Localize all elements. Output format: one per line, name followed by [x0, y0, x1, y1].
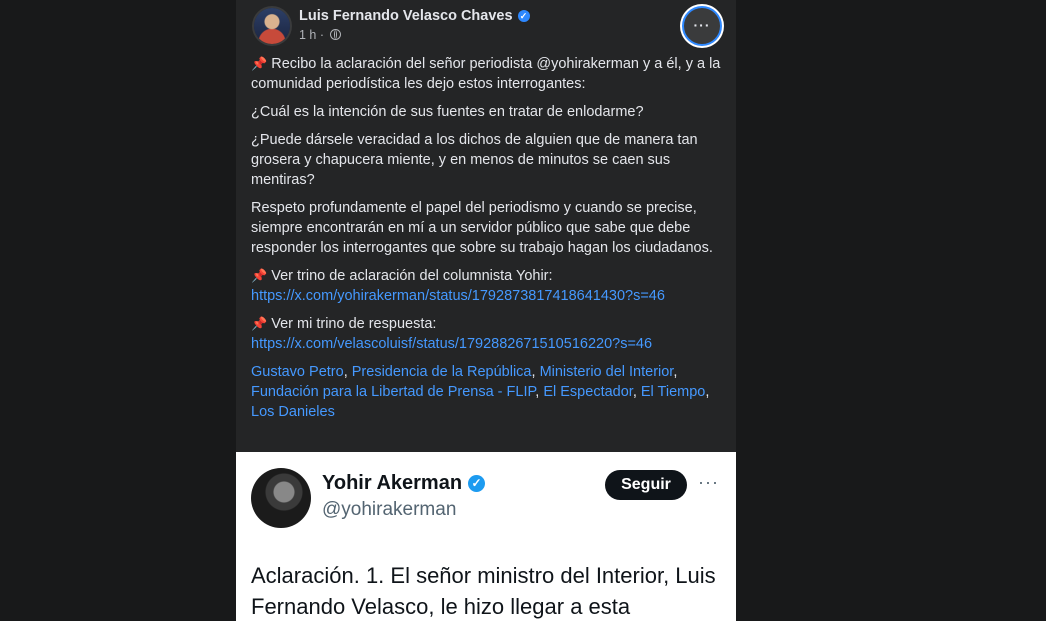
- tweet-author-name: Yohir Akerman ✓: [322, 472, 486, 495]
- paragraph-text: Recibo la aclaración del señor periodist…: [251, 56, 721, 92]
- link-block-1: 📌 Ver trino de aclaración del columnista…: [251, 266, 723, 306]
- post-paragraph: 📌 Recibo la aclaración del señor periodi…: [251, 54, 723, 94]
- facebook-post: Luis Fernando Velasco Chaves ✓ 1 h · ··· …: [236, 0, 736, 452]
- more-options-button[interactable]: ···: [682, 6, 722, 46]
- tag-link[interactable]: Ministerio del Interior: [540, 364, 674, 380]
- tweet-author-name-text: Yohir Akerman: [322, 472, 463, 494]
- post-header: Luis Fernando Velasco Chaves ✓ 1 h · ···: [254, 6, 722, 46]
- link1-label: Ver trino de aclaración del columnista Y…: [271, 268, 553, 284]
- tag-link[interactable]: El Tiempo: [641, 384, 705, 400]
- post-time[interactable]: 1 h ·: [299, 28, 324, 42]
- tweet-author-avatar: [251, 468, 311, 528]
- tweet-handle: @yohirakerman: [322, 499, 457, 520]
- pushpin-icon: 📌: [251, 316, 268, 331]
- embedded-tweet-image: Yohir Akerman ✓ @yohirakerman Seguir ··· …: [236, 452, 736, 621]
- tag-separator: ,: [705, 384, 710, 400]
- link1-url[interactable]: https://x.com/yohirakerman/status/179287…: [251, 288, 665, 304]
- tag-link[interactable]: Gustavo Petro: [251, 364, 344, 380]
- link-block-2: 📌 Ver mi trino de respuesta: https://x.co…: [251, 314, 723, 354]
- tags-block: Gustavo Petro, Presidencia de la Repúbli…: [251, 362, 723, 422]
- follow-button: Seguir: [605, 470, 687, 500]
- tag-separator: ,: [673, 364, 678, 380]
- tag-separator: ,: [632, 384, 641, 400]
- link2-label: Ver mi trino de respuesta:: [271, 316, 437, 332]
- tag-link[interactable]: Los Danieles: [251, 404, 335, 420]
- pushpin-icon: 📌: [251, 268, 268, 283]
- author-avatar[interactable]: [254, 8, 290, 44]
- verified-badge-icon: ✓: [517, 10, 530, 22]
- verified-badge-icon: ✓: [468, 475, 486, 492]
- post-body: 📌 Recibo la aclaración del señor periodi…: [251, 54, 723, 430]
- tag-link[interactable]: Fundación para la Libertad de Prensa - F…: [251, 384, 535, 400]
- post-paragraph: Respeto profundamente el papel del perio…: [251, 200, 713, 256]
- tag-link[interactable]: Presidencia de la República: [352, 364, 532, 380]
- link2-url[interactable]: https://x.com/velascoluisf/status/179288…: [251, 336, 652, 352]
- tag-separator: ,: [343, 364, 352, 380]
- tag-link[interactable]: El Espectador: [543, 384, 632, 400]
- post-paragraph: ¿Puede dársele veracidad a los dichos de…: [251, 132, 698, 188]
- pushpin-icon: 📌: [251, 56, 268, 71]
- post-meta: 1 h ·: [299, 28, 341, 42]
- post-paragraph: ¿Cuál es la intención de sus fuentes en …: [251, 104, 644, 120]
- tweet-text: Aclaración. 1. El señor ministro del Int…: [251, 563, 716, 619]
- author-name-text[interactable]: Luis Fernando Velasco Chaves: [299, 8, 513, 24]
- author-name[interactable]: Luis Fernando Velasco Chaves ✓: [299, 8, 530, 24]
- globe-icon: [329, 29, 341, 40]
- tweet-more-icon: ···: [698, 472, 719, 492]
- tag-separator: ,: [531, 364, 540, 380]
